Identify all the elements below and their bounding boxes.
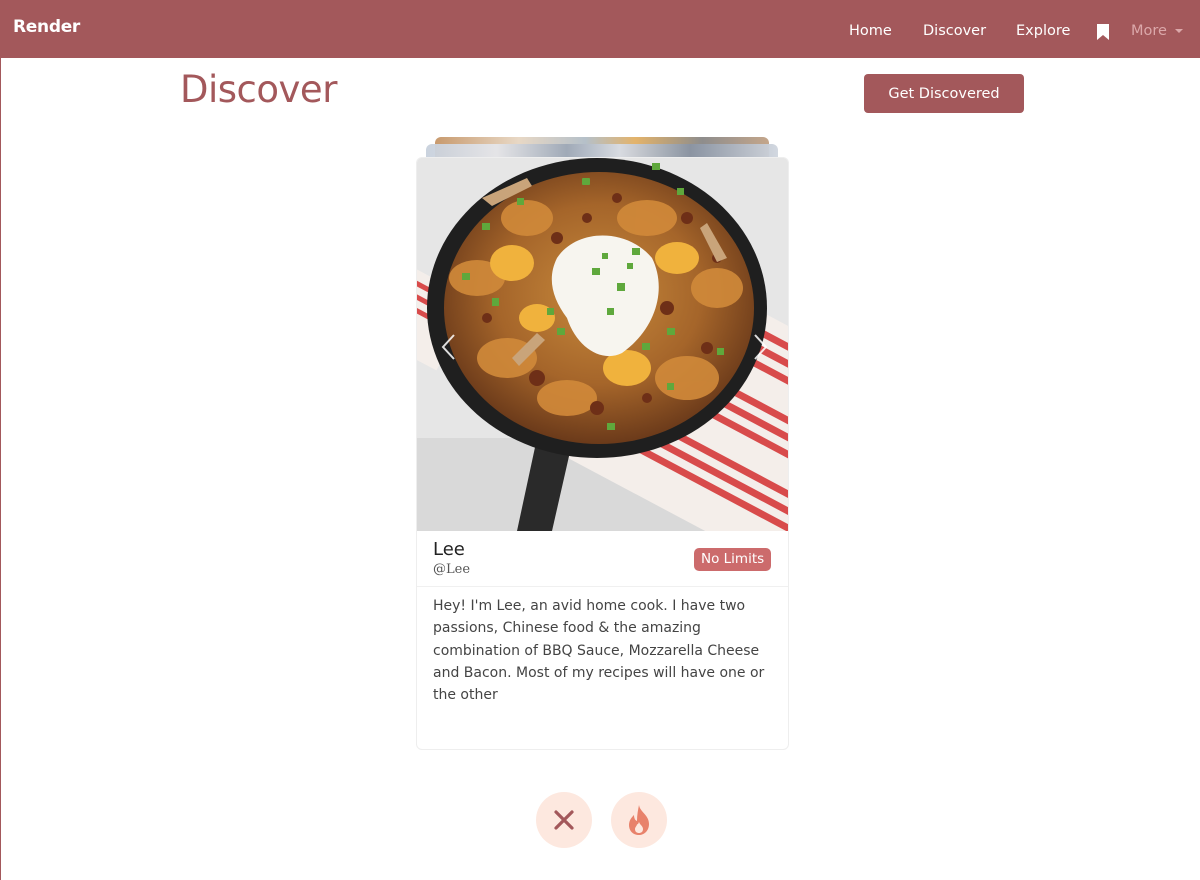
chevron-right-icon[interactable] — [750, 333, 770, 361]
profile-photo — [417, 158, 788, 531]
profile-handle: @Lee — [433, 562, 471, 577]
flame-icon — [629, 805, 649, 835]
page-title: Discover — [180, 68, 337, 111]
more-dropdown-label: More — [1131, 23, 1167, 39]
bookmark-icon[interactable] — [1097, 24, 1109, 40]
top-navbar: Render Home Discover Explore More — [1, 0, 1200, 58]
get-discovered-button[interactable]: Get Discovered — [864, 74, 1024, 113]
profile-bio: Hey! I'm Lee, an avid home cook. I have … — [433, 598, 765, 704]
nav-discover-link[interactable]: Discover — [923, 23, 986, 39]
brand-logo[interactable]: Render — [13, 17, 80, 37]
profile-name: Lee — [433, 539, 465, 560]
profile-card[interactable]: Lee @Lee No Limits Hey! I'm Lee, an avid… — [416, 157, 789, 750]
more-dropdown[interactable]: More — [1131, 23, 1183, 39]
card-divider — [417, 586, 788, 587]
like-button[interactable] — [611, 792, 667, 848]
chevron-left-icon[interactable] — [439, 333, 459, 361]
nav-explore-link[interactable]: Explore — [1016, 23, 1070, 39]
close-icon — [554, 810, 574, 830]
status-badge: No Limits — [694, 548, 772, 571]
reject-button[interactable] — [536, 792, 592, 848]
nav-home-link[interactable]: Home — [849, 23, 892, 39]
chevron-down-icon — [1174, 29, 1183, 33]
